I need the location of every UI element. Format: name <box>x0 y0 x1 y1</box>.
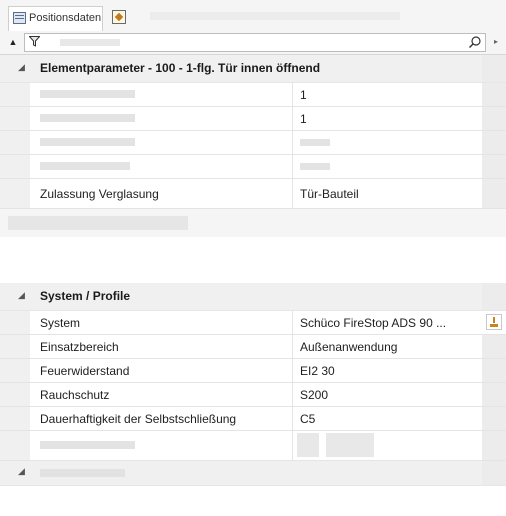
value-gutter <box>482 179 506 208</box>
property-value-redacted[interactable] <box>326 433 374 457</box>
property-row[interactable]: Dauerhaftigkeit der Selbstschließung C5 <box>0 407 506 431</box>
property-value-redacted[interactable] <box>297 433 319 457</box>
column-divider <box>292 83 293 106</box>
group-title: System / Profile <box>40 289 131 303</box>
tab-secondary-icon[interactable] <box>112 10 126 24</box>
tab-positionsdaten-label: Positionsdaten <box>29 12 102 24</box>
collapse-all-icon[interactable]: ▲ <box>6 35 20 49</box>
value-gutter <box>482 359 506 382</box>
property-value[interactable]: 1 <box>300 112 480 126</box>
property-name-redacted <box>40 114 135 122</box>
value-gutter <box>482 107 506 130</box>
column-divider <box>292 179 293 208</box>
group-header-system-profile[interactable]: ◢ System / Profile <box>0 283 506 311</box>
column-divider <box>292 131 293 154</box>
column-divider <box>292 155 293 178</box>
group-title: Elementparameter - 100 - 1-flg. Tür inne… <box>40 61 321 75</box>
property-row[interactable]: 1 <box>0 107 506 131</box>
property-value[interactable]: Tür-Bauteil <box>300 187 480 201</box>
value-gutter <box>482 283 506 310</box>
property-value-redacted[interactable] <box>300 139 330 146</box>
expanded-arrow-icon[interactable]: ◢ <box>18 466 25 477</box>
property-name-redacted <box>40 138 135 146</box>
value-gutter <box>482 383 506 406</box>
value-gutter <box>482 335 506 358</box>
column-divider <box>292 431 293 460</box>
property-value[interactable]: C5 <box>300 412 480 426</box>
row-gutter <box>0 383 30 406</box>
row-gutter <box>0 311 30 334</box>
property-name-redacted <box>40 90 135 98</box>
property-row[interactable]: 1 <box>0 83 506 107</box>
value-gutter <box>482 155 506 178</box>
table-icon <box>13 12 26 24</box>
group-header-redacted[interactable]: ◢ <box>0 461 506 486</box>
row-gutter <box>0 359 30 382</box>
row-gutter <box>0 335 30 358</box>
value-gutter <box>482 55 506 82</box>
row-gutter <box>0 179 30 208</box>
column-divider <box>292 107 293 130</box>
property-name: Einsatzbereich <box>40 340 119 354</box>
property-row[interactable] <box>0 131 506 155</box>
property-value[interactable]: 1 <box>300 88 480 102</box>
ellipsis-button-icon[interactable] <box>486 314 502 330</box>
property-name: System <box>40 316 81 330</box>
value-gutter <box>482 461 506 485</box>
property-value-redacted[interactable] <box>300 163 330 170</box>
filter-input[interactable] <box>24 33 486 52</box>
value-gutter <box>482 83 506 106</box>
filter-icon[interactable] <box>29 36 40 47</box>
property-name-redacted <box>40 441 135 449</box>
property-value[interactable]: Schüco FireStop ADS 90 ... <box>300 316 480 330</box>
column-divider <box>292 311 293 334</box>
column-divider <box>292 383 293 406</box>
value-gutter <box>482 407 506 430</box>
property-value[interactable]: S200 <box>300 388 480 402</box>
property-value[interactable]: EI2 30 <box>300 364 480 378</box>
property-row[interactable]: Feuerwiderstand EI2 30 <box>0 359 506 383</box>
property-row[interactable] <box>0 431 506 461</box>
value-gutter <box>482 131 506 154</box>
expanded-arrow-icon[interactable]: ◢ <box>18 290 25 301</box>
property-row[interactable]: System Schüco FireStop ADS 90 ... <box>0 311 506 335</box>
property-value[interactable]: Außenanwendung <box>300 340 480 354</box>
row-gutter <box>0 431 30 460</box>
row-gutter <box>0 131 30 154</box>
tab-positionsdaten[interactable]: Positionsdaten <box>8 6 103 31</box>
scroll-right-icon[interactable]: ▸ <box>490 36 502 48</box>
property-name: Zulassung Verglasung <box>40 187 159 201</box>
row-gutter <box>0 155 30 178</box>
property-row[interactable] <box>0 155 506 179</box>
group-title-redacted <box>40 469 125 477</box>
row-gutter <box>0 407 30 430</box>
expanded-arrow-icon[interactable]: ◢ <box>18 62 25 73</box>
filter-placeholder <box>60 39 120 46</box>
row-gutter <box>0 107 30 130</box>
property-row[interactable]: Einsatzbereich Außenanwendung <box>0 335 506 359</box>
property-row[interactable]: Rauchschutz S200 <box>0 383 506 407</box>
column-divider <box>292 407 293 430</box>
row-gutter <box>0 83 30 106</box>
blurred-section <box>0 209 506 237</box>
property-row[interactable]: Zulassung Verglasung Tür-Bauteil <box>0 179 506 209</box>
column-divider <box>292 335 293 358</box>
group-header-elementparameter[interactable]: ◢ Elementparameter - 100 - 1-flg. Tür in… <box>0 55 506 83</box>
tab-bar: Positionsdaten <box>0 0 506 32</box>
search-icon[interactable] <box>468 35 482 49</box>
column-divider <box>292 359 293 382</box>
property-name: Feuerwiderstand <box>40 364 130 378</box>
search-bar: ▲ ▸ <box>0 31 506 55</box>
blurred-section-content <box>8 216 188 230</box>
property-name: Rauchschutz <box>40 388 110 402</box>
value-gutter <box>482 431 506 460</box>
tabbar-blurred-area <box>150 12 400 20</box>
property-name: Dauerhaftigkeit der Selbstschließung <box>40 412 237 426</box>
property-name-redacted <box>40 162 130 170</box>
